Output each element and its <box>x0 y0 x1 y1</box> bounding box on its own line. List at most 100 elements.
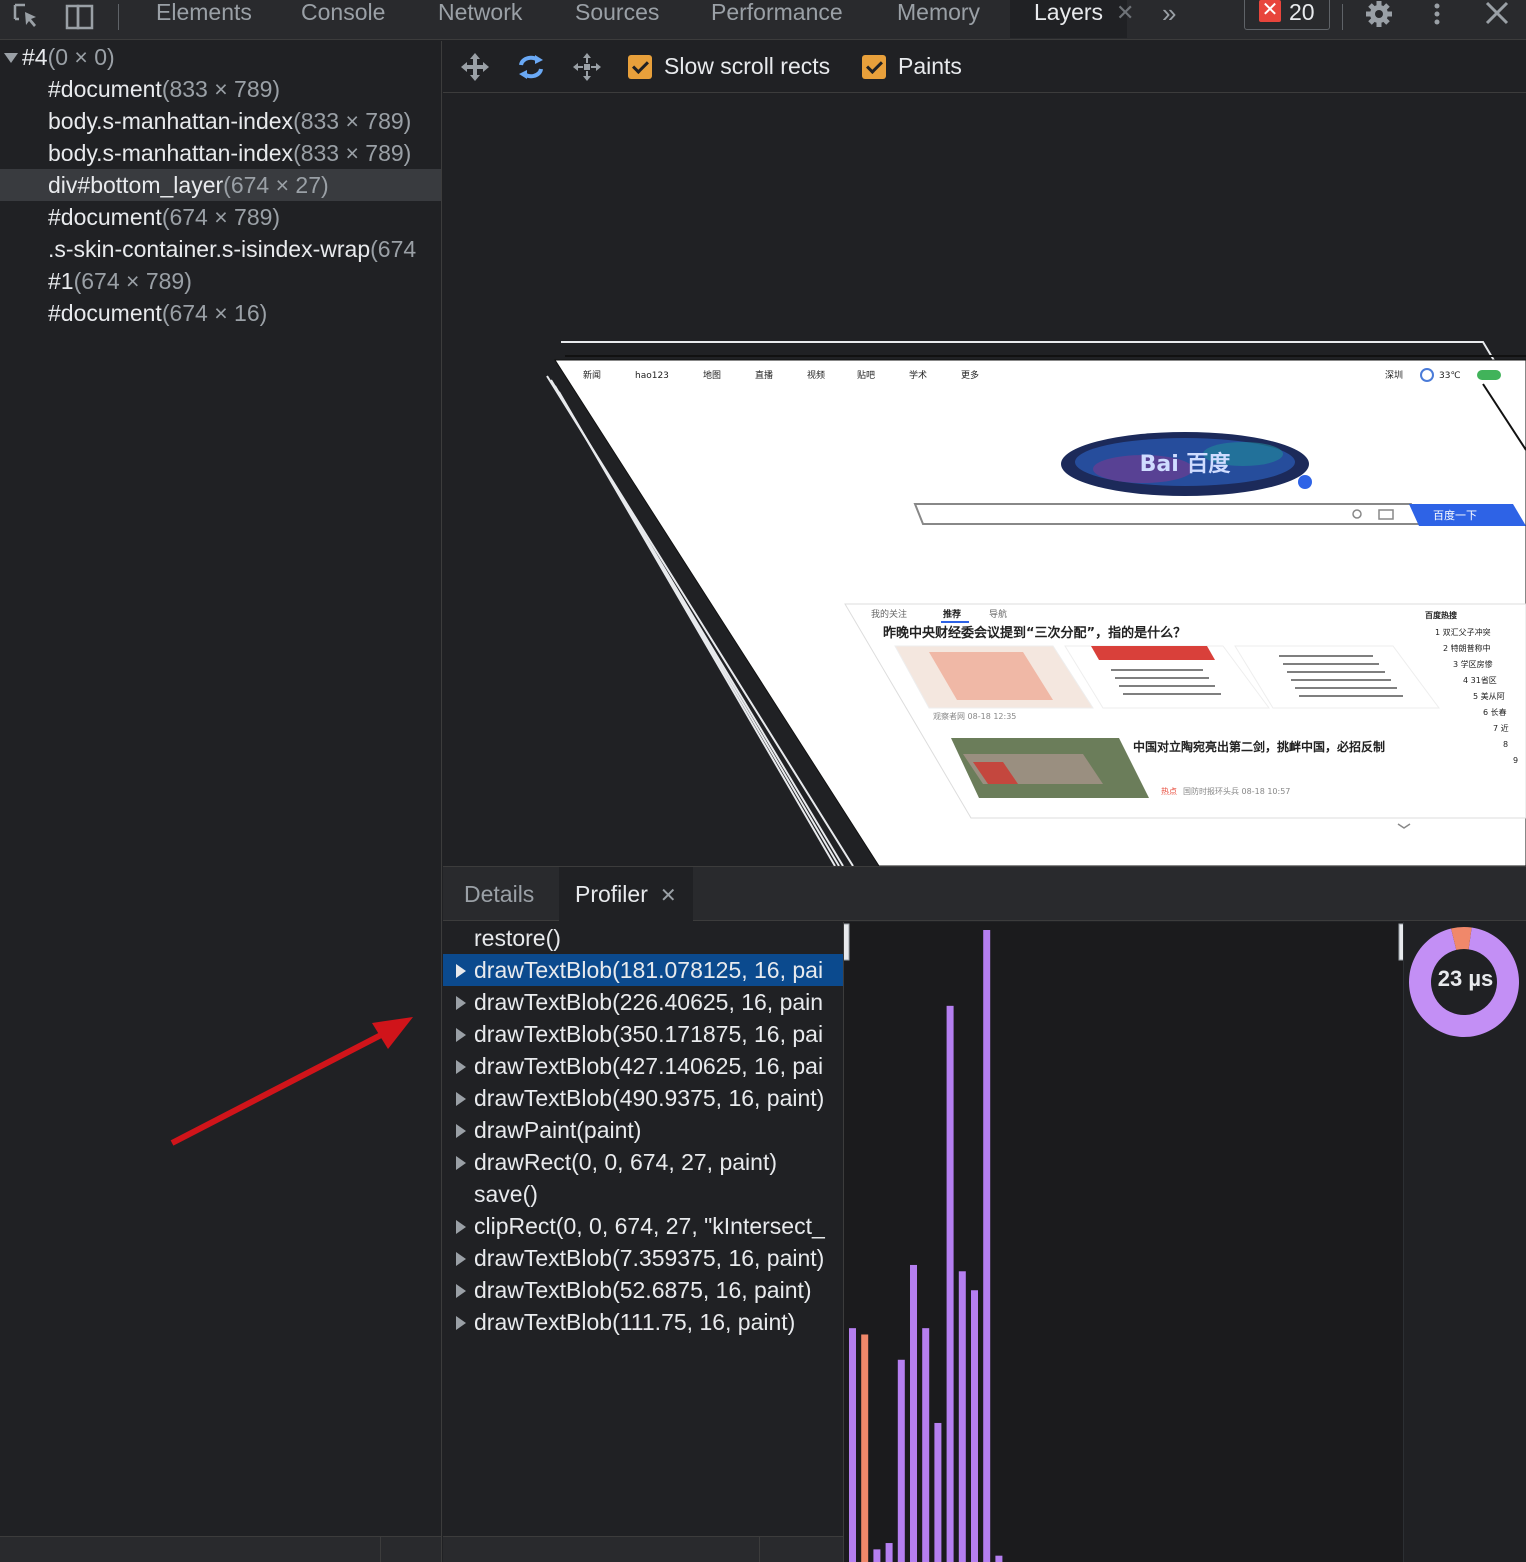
command-row[interactable]: drawTextBlob(490.9375, 16, paint) <box>443 1082 843 1114</box>
horizontal-scrollbar[interactable] <box>0 1536 441 1562</box>
expand-triangle-icon[interactable] <box>456 964 466 978</box>
profile-bar[interactable] <box>934 1422 942 1562</box>
error-icon: ✕ <box>1259 0 1281 22</box>
svg-text:3 学区房惨: 3 学区房惨 <box>1453 659 1493 669</box>
profile-bar[interactable] <box>910 1264 917 1562</box>
profile-bar[interactable] <box>897 1359 905 1562</box>
slow-scroll-rects-checkbox[interactable] <box>628 55 652 79</box>
layer-tree-item[interactable]: #document(833 × 789) <box>0 73 441 105</box>
expand-triangle-icon[interactable] <box>456 1060 466 1074</box>
expand-triangle-icon[interactable] <box>456 1252 466 1266</box>
command-text: drawTextBlob(181.078125, 16, pai <box>474 957 824 983</box>
tab-profiler[interactable]: Profiler ✕ <box>559 867 693 921</box>
profile-bar[interactable] <box>946 1005 954 1562</box>
profile-bar[interactable] <box>922 1328 930 1562</box>
command-row[interactable]: clipRect(0, 0, 674, 27, "kIntersect_ <box>443 1210 843 1242</box>
preview-headline: 昨晚中央财经委会议提到“三次分配”，指的是什么？ <box>883 625 1186 641</box>
command-text: clipRect(0, 0, 674, 27, "kIntersect_ <box>474 1213 825 1239</box>
tab-memory[interactable]: Memory <box>897 0 980 28</box>
chevron-double-right-icon[interactable]: » <box>1162 0 1176 29</box>
error-count-badge[interactable]: ✕ 20 <box>1244 0 1330 30</box>
expand-triangle-icon[interactable] <box>456 1124 466 1138</box>
pan-mode-icon[interactable] <box>459 51 491 83</box>
profile-bar[interactable] <box>849 1328 856 1562</box>
expand-triangle-icon[interactable] <box>456 1316 466 1330</box>
layers-3d-viewport[interactable]: 新闻 hao123 地图 直播 视频 贴吧 学术 更多 深圳 33℃ Bai 百… <box>443 94 1526 866</box>
command-row[interactable]: save() <box>443 1178 843 1210</box>
preview-nav-item: 地图 <box>703 369 721 381</box>
svg-text:国防时报环头兵 08-18 10:57: 国防时报环头兵 08-18 10:57 <box>1183 786 1290 796</box>
range-handle-left <box>844 923 850 961</box>
tab-network[interactable]: Network <box>438 0 522 28</box>
svg-text:百度热搜: 百度热搜 <box>1425 610 1458 620</box>
expand-triangle-icon[interactable] <box>456 1156 466 1170</box>
expand-triangle-icon[interactable] <box>456 1284 466 1298</box>
command-row[interactable]: drawTextBlob(427.140625, 16, pai <box>443 1050 843 1082</box>
paints-checkbox[interactable] <box>862 55 886 79</box>
profile-bar[interactable] <box>885 1543 893 1562</box>
reset-transform-icon[interactable] <box>571 51 603 83</box>
tab-console[interactable]: Console <box>301 0 385 28</box>
tab-elements[interactable]: Elements <box>156 0 252 28</box>
profile-bar[interactable] <box>971 1290 978 1562</box>
layer-tree-item[interactable]: .s-skin-container.s-isindex-wrap(674 <box>0 233 441 265</box>
layer-details-tabs: Details Profiler ✕ <box>443 866 1526 921</box>
tab-performance[interactable]: Performance <box>711 0 843 28</box>
profile-bar[interactable] <box>873 1549 881 1562</box>
preview-city: 深圳 <box>1385 370 1403 381</box>
tab-layers[interactable]: Layers <box>1010 0 1128 38</box>
svg-text:百度一下: 百度一下 <box>1433 508 1477 522</box>
command-text: drawTextBlob(7.359375, 16, paint) <box>474 1245 825 1271</box>
expand-triangle-icon[interactable] <box>456 1092 466 1106</box>
layer-tree-item[interactable]: #document(674 × 789) <box>0 201 441 233</box>
preview-nav-item: 新闻 <box>583 369 601 381</box>
svg-text:1 双汇父子冲突: 1 双汇父子冲突 <box>1435 627 1491 637</box>
layer-tree-item[interactable]: body.s-manhattan-index(833 × 789) <box>0 137 441 169</box>
close-icon[interactable]: ✕ <box>660 885 677 907</box>
device-toolbar-icon[interactable] <box>64 2 94 32</box>
layer-tree-item[interactable]: #4(0 × 0) <box>0 41 441 73</box>
profile-bar[interactable] <box>995 1555 1003 1562</box>
profile-bar[interactable] <box>983 930 991 1562</box>
command-row[interactable]: drawTextBlob(350.171875, 16, pai <box>443 1018 843 1050</box>
command-text: drawPaint(paint) <box>474 1117 642 1143</box>
expand-arrow-icon[interactable] <box>4 53 18 63</box>
inspect-element-icon[interactable] <box>12 2 42 32</box>
svg-text:观察者网 08-18 12:35: 观察者网 08-18 12:35 <box>933 711 1016 721</box>
layer-tree-item[interactable]: #1(674 × 789) <box>0 265 441 297</box>
command-row-selected[interactable]: drawTextBlob(181.078125, 16, pai <box>443 954 843 986</box>
profile-bar[interactable] <box>861 1334 869 1562</box>
command-row[interactable]: drawTextBlob(226.40625, 16, pain <box>443 986 843 1018</box>
more-vertical-icon[interactable] <box>1422 0 1452 30</box>
expand-triangle-icon[interactable] <box>456 1220 466 1234</box>
preview-search-input <box>913 503 1425 525</box>
paint-profile-timeline[interactable] <box>843 922 1404 1562</box>
paint-command-log: restore() drawTextBlob(181.078125, 16, pa… <box>443 922 843 1562</box>
paint-profile-bars[interactable] <box>844 922 1404 1562</box>
command-text: restore() <box>474 925 561 951</box>
layer-tree-item[interactable]: body.s-manhattan-index(833 × 789) <box>0 105 441 137</box>
close-layers-tab-icon[interactable]: ✕ <box>1116 0 1134 26</box>
expand-triangle-icon[interactable] <box>456 996 466 1010</box>
preview-nav-item: 视频 <box>807 369 825 381</box>
tab-details[interactable]: Details <box>464 879 534 909</box>
profile-bar[interactable] <box>958 1271 966 1562</box>
layer-preview[interactable]: 新闻 hao123 地图 直播 视频 贴吧 学术 更多 深圳 33℃ Bai 百… <box>443 94 1526 866</box>
tab-sources[interactable]: Sources <box>575 0 659 28</box>
command-row[interactable]: drawTextBlob(7.359375, 16, paint) <box>443 1242 843 1274</box>
aqi-badge <box>1477 370 1501 380</box>
command-row[interactable]: restore() <box>443 922 843 954</box>
command-text: drawTextBlob(52.6875, 16, paint) <box>474 1277 812 1303</box>
annotation-arrow-icon <box>170 1017 413 1146</box>
close-devtools-icon[interactable] <box>1482 0 1512 30</box>
layer-tree-item[interactable]: #document(674 × 16) <box>0 297 441 329</box>
rotate-mode-icon[interactable] <box>515 51 547 83</box>
command-row[interactable]: drawTextBlob(111.75, 16, paint) <box>443 1306 843 1338</box>
gear-icon[interactable] <box>1364 0 1394 30</box>
expand-triangle-icon[interactable] <box>456 1028 466 1042</box>
horizontal-scrollbar[interactable] <box>443 1536 843 1562</box>
command-row[interactable]: drawPaint(paint) <box>443 1114 843 1146</box>
command-row[interactable]: drawRect(0, 0, 674, 27, paint) <box>443 1146 843 1178</box>
layer-tree-item-selected[interactable]: div#bottom_layer(674 × 27) <box>0 169 441 201</box>
command-row[interactable]: drawTextBlob(52.6875, 16, paint) <box>443 1274 843 1306</box>
